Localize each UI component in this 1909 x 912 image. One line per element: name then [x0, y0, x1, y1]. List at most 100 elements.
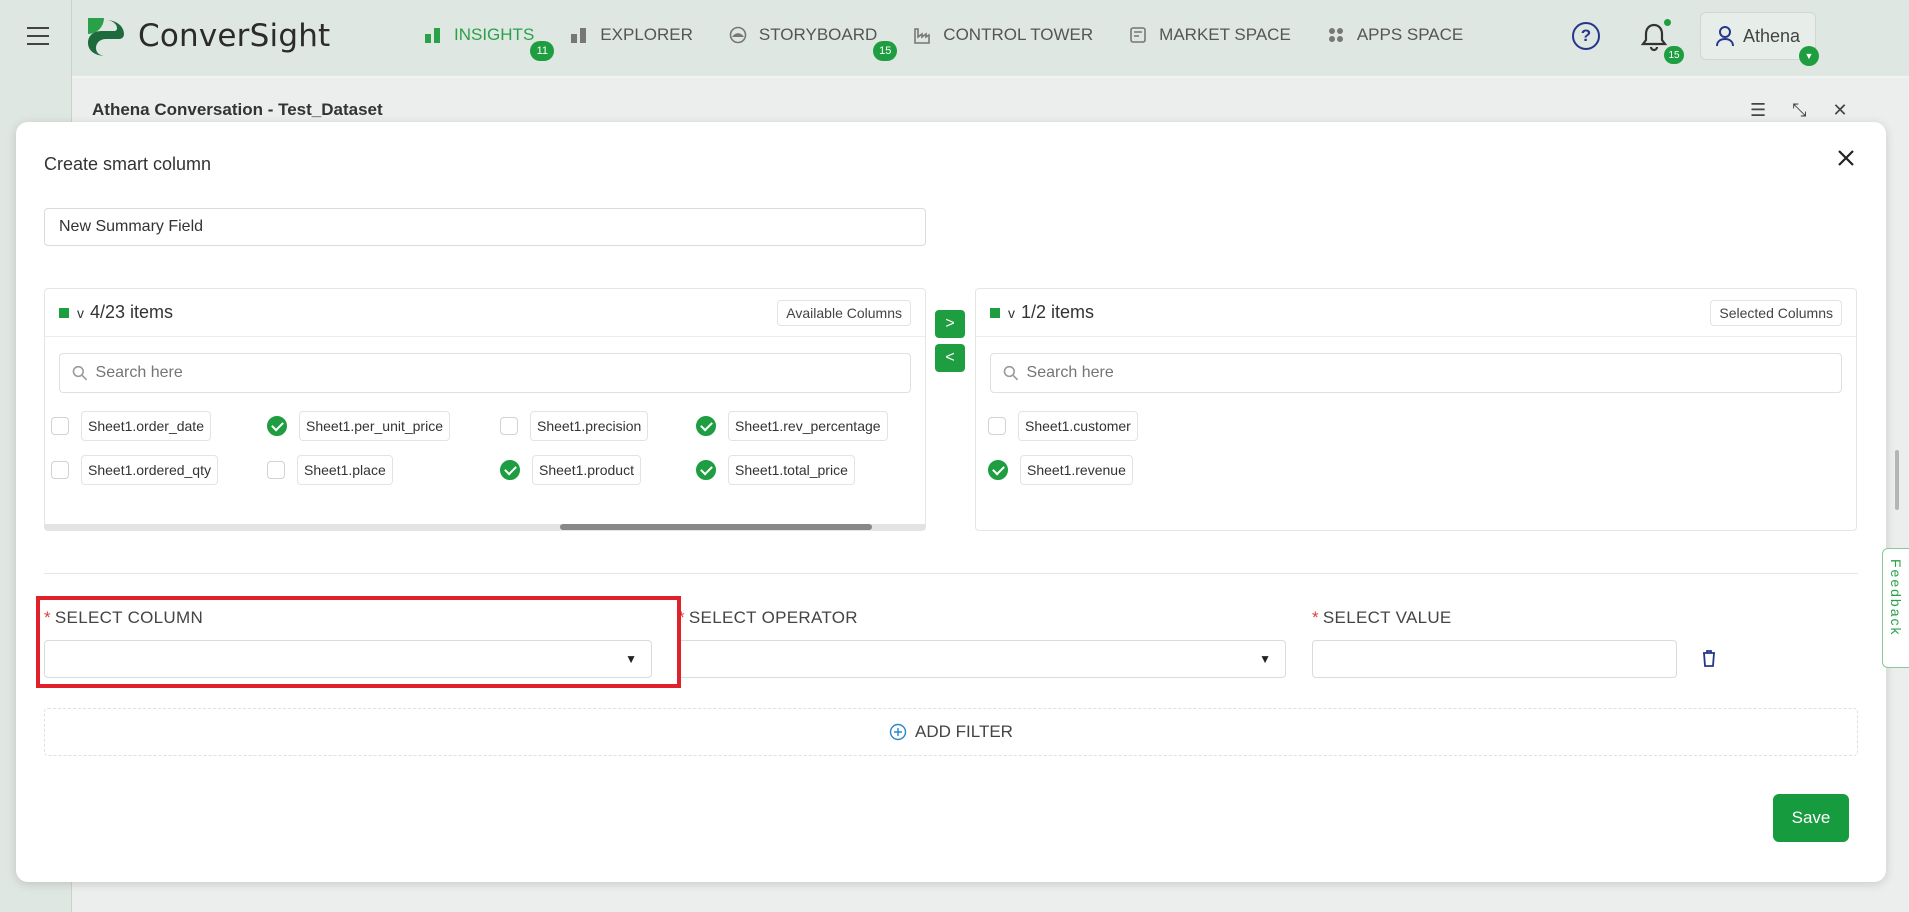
delete-filter-icon[interactable]: [1701, 649, 1717, 667]
list-item[interactable]: Sheet1.revenue: [988, 455, 1133, 485]
notification-bell-icon[interactable]: [1640, 22, 1668, 52]
available-columns-panel: v 4/23 items Available Columns Sheet1.or…: [44, 288, 926, 531]
grid-icon: [1328, 28, 1343, 42]
selected-columns-header: v 1/2 items Selected Columns: [976, 289, 1856, 337]
list-item[interactable]: Sheet1.precision: [500, 411, 649, 441]
conversight-logo-icon: [88, 18, 124, 56]
conversation-close-icon[interactable]: ✕: [1833, 100, 1848, 121]
settings-sliders-icon[interactable]: ☰: [1750, 100, 1766, 121]
list-item[interactable]: Sheet1.product: [500, 455, 641, 485]
user-name: Athena: [1743, 25, 1801, 46]
add-circle-icon: [889, 723, 907, 741]
required-marker: *: [678, 608, 685, 627]
item-checkbox[interactable]: [988, 460, 1008, 480]
item-chip: Sheet1.per_unit_price: [299, 411, 450, 441]
modal-title: Create smart column: [44, 154, 212, 174]
brand-name: ConverSight: [138, 18, 331, 54]
bar-chart-icon: [425, 28, 440, 43]
available-search-input[interactable]: [95, 364, 898, 382]
dropdown-arrow-icon: ▼: [625, 652, 637, 666]
dropdown-arrow-icon: ▼: [1259, 652, 1271, 666]
selected-columns-panel: v 1/2 items Selected Columns Sheet1.cust…: [975, 288, 1857, 531]
main-nav: INSIGHTS 11 EXPLORER STORYBOARD 15 CONTR…: [424, 22, 1499, 61]
item-checkbox[interactable]: [267, 416, 287, 436]
chevron-down-icon[interactable]: v: [1008, 305, 1015, 321]
close-icon[interactable]: [1834, 146, 1858, 170]
nav-market-space[interactable]: MARKET SPACE: [1129, 22, 1291, 48]
item-chip: Sheet1.customer: [1018, 411, 1138, 441]
hamburger-menu-icon[interactable]: [27, 27, 49, 45]
notification-dot: [1664, 19, 1671, 26]
page-scrollbar[interactable]: [1895, 450, 1899, 510]
item-checkbox[interactable]: [51, 417, 69, 435]
select-operator-label: * SELECT OPERATOR: [678, 608, 858, 628]
selected-search-input[interactable]: [1026, 364, 1829, 382]
select-operator-dropdown[interactable]: ▼: [678, 640, 1286, 678]
bar-chart-icon: [571, 28, 587, 43]
palette-icon: [729, 26, 747, 44]
feedback-label: Feedback: [1888, 559, 1904, 637]
item-chip: Sheet1.product: [532, 455, 641, 485]
available-columns-header: v 4/23 items Available Columns: [45, 289, 925, 337]
help-icon[interactable]: ?: [1572, 22, 1600, 50]
search-icon: [1003, 365, 1019, 381]
list-item[interactable]: Sheet1.per_unit_price: [267, 411, 450, 441]
item-checkbox[interactable]: [696, 460, 716, 480]
item-chip: Sheet1.rev_percentage: [728, 411, 888, 441]
add-filter-button[interactable]: ADD FILTER: [44, 708, 1858, 756]
move-right-button[interactable]: >: [935, 310, 965, 338]
nav-apps-space-label: APPS SPACE: [1356, 25, 1464, 44]
chevron-down-icon[interactable]: v: [77, 305, 84, 321]
nav-apps-space[interactable]: APPS SPACE: [1327, 22, 1463, 48]
item-checkbox[interactable]: [988, 417, 1006, 435]
select-all-selected-checkbox[interactable]: [990, 307, 1000, 318]
item-chip: Sheet1.ordered_qty: [81, 455, 218, 485]
select-value-input[interactable]: [1312, 640, 1677, 678]
selected-count: 1/2 items: [1021, 302, 1095, 322]
smart-column-name-input[interactable]: [44, 208, 926, 246]
item-chip: Sheet1.order_date: [81, 411, 211, 441]
scrollbar-thumb[interactable]: [560, 524, 872, 530]
notification-badge: 15: [1664, 46, 1684, 64]
available-items: Sheet1.order_date Sheet1.per_unit_price …: [45, 393, 925, 493]
nav-control-tower[interactable]: CONTROL TOWER: [913, 22, 1093, 48]
item-chip: Sheet1.place: [297, 455, 393, 485]
nav-explorer-label: EXPLORER: [600, 25, 693, 44]
select-column-dropdown[interactable]: ▼: [44, 640, 652, 678]
nav-market-space-label: MARKET SPACE: [1159, 25, 1291, 44]
move-left-button[interactable]: <: [935, 344, 965, 372]
conversation-title: Athena Conversation - Test_Dataset: [92, 100, 383, 119]
select-operator-label-text: SELECT OPERATOR: [688, 608, 858, 627]
list-item[interactable]: Sheet1.total_price: [696, 455, 855, 485]
user-icon: [1716, 26, 1734, 47]
collapse-icon[interactable]: ⤡: [1792, 100, 1806, 121]
list-item[interactable]: Sheet1.order_date: [51, 411, 211, 441]
item-checkbox[interactable]: [267, 461, 285, 479]
item-checkbox[interactable]: [500, 417, 518, 435]
search-icon: [72, 365, 88, 381]
list-item[interactable]: Sheet1.place: [267, 455, 393, 485]
create-smart-column-modal: Create smart column v 4/23 items Availab…: [16, 122, 1886, 882]
nav-storyboard[interactable]: STORYBOARD 15: [729, 22, 898, 61]
brand-logo[interactable]: ConverSight: [84, 14, 330, 58]
store-icon: [1130, 27, 1146, 43]
save-button[interactable]: Save: [1773, 794, 1849, 842]
nav-insights[interactable]: INSIGHTS 11: [424, 22, 555, 61]
available-count: 4/23 items: [90, 302, 174, 322]
horizontal-scrollbar[interactable]: [45, 524, 925, 530]
list-item[interactable]: Sheet1.rev_percentage: [696, 411, 888, 441]
list-item[interactable]: Sheet1.customer: [988, 411, 1138, 441]
item-checkbox[interactable]: [696, 416, 716, 436]
selected-search[interactable]: [990, 353, 1842, 393]
select-all-available-checkbox[interactable]: [59, 307, 69, 318]
user-menu-caret-icon[interactable]: ▼: [1799, 46, 1819, 66]
conversation-tools: ☰ ⤡ ✕: [1750, 100, 1848, 121]
feedback-tab[interactable]: Feedback: [1882, 548, 1909, 668]
list-item[interactable]: Sheet1.ordered_qty: [51, 455, 218, 485]
item-checkbox[interactable]: [500, 460, 520, 480]
available-search[interactable]: [59, 353, 911, 393]
nav-explorer[interactable]: EXPLORER: [570, 22, 693, 48]
nav-storyboard-label: STORYBOARD: [758, 25, 878, 44]
select-column-label: * SELECT COLUMN: [44, 608, 203, 628]
item-checkbox[interactable]: [51, 461, 69, 479]
